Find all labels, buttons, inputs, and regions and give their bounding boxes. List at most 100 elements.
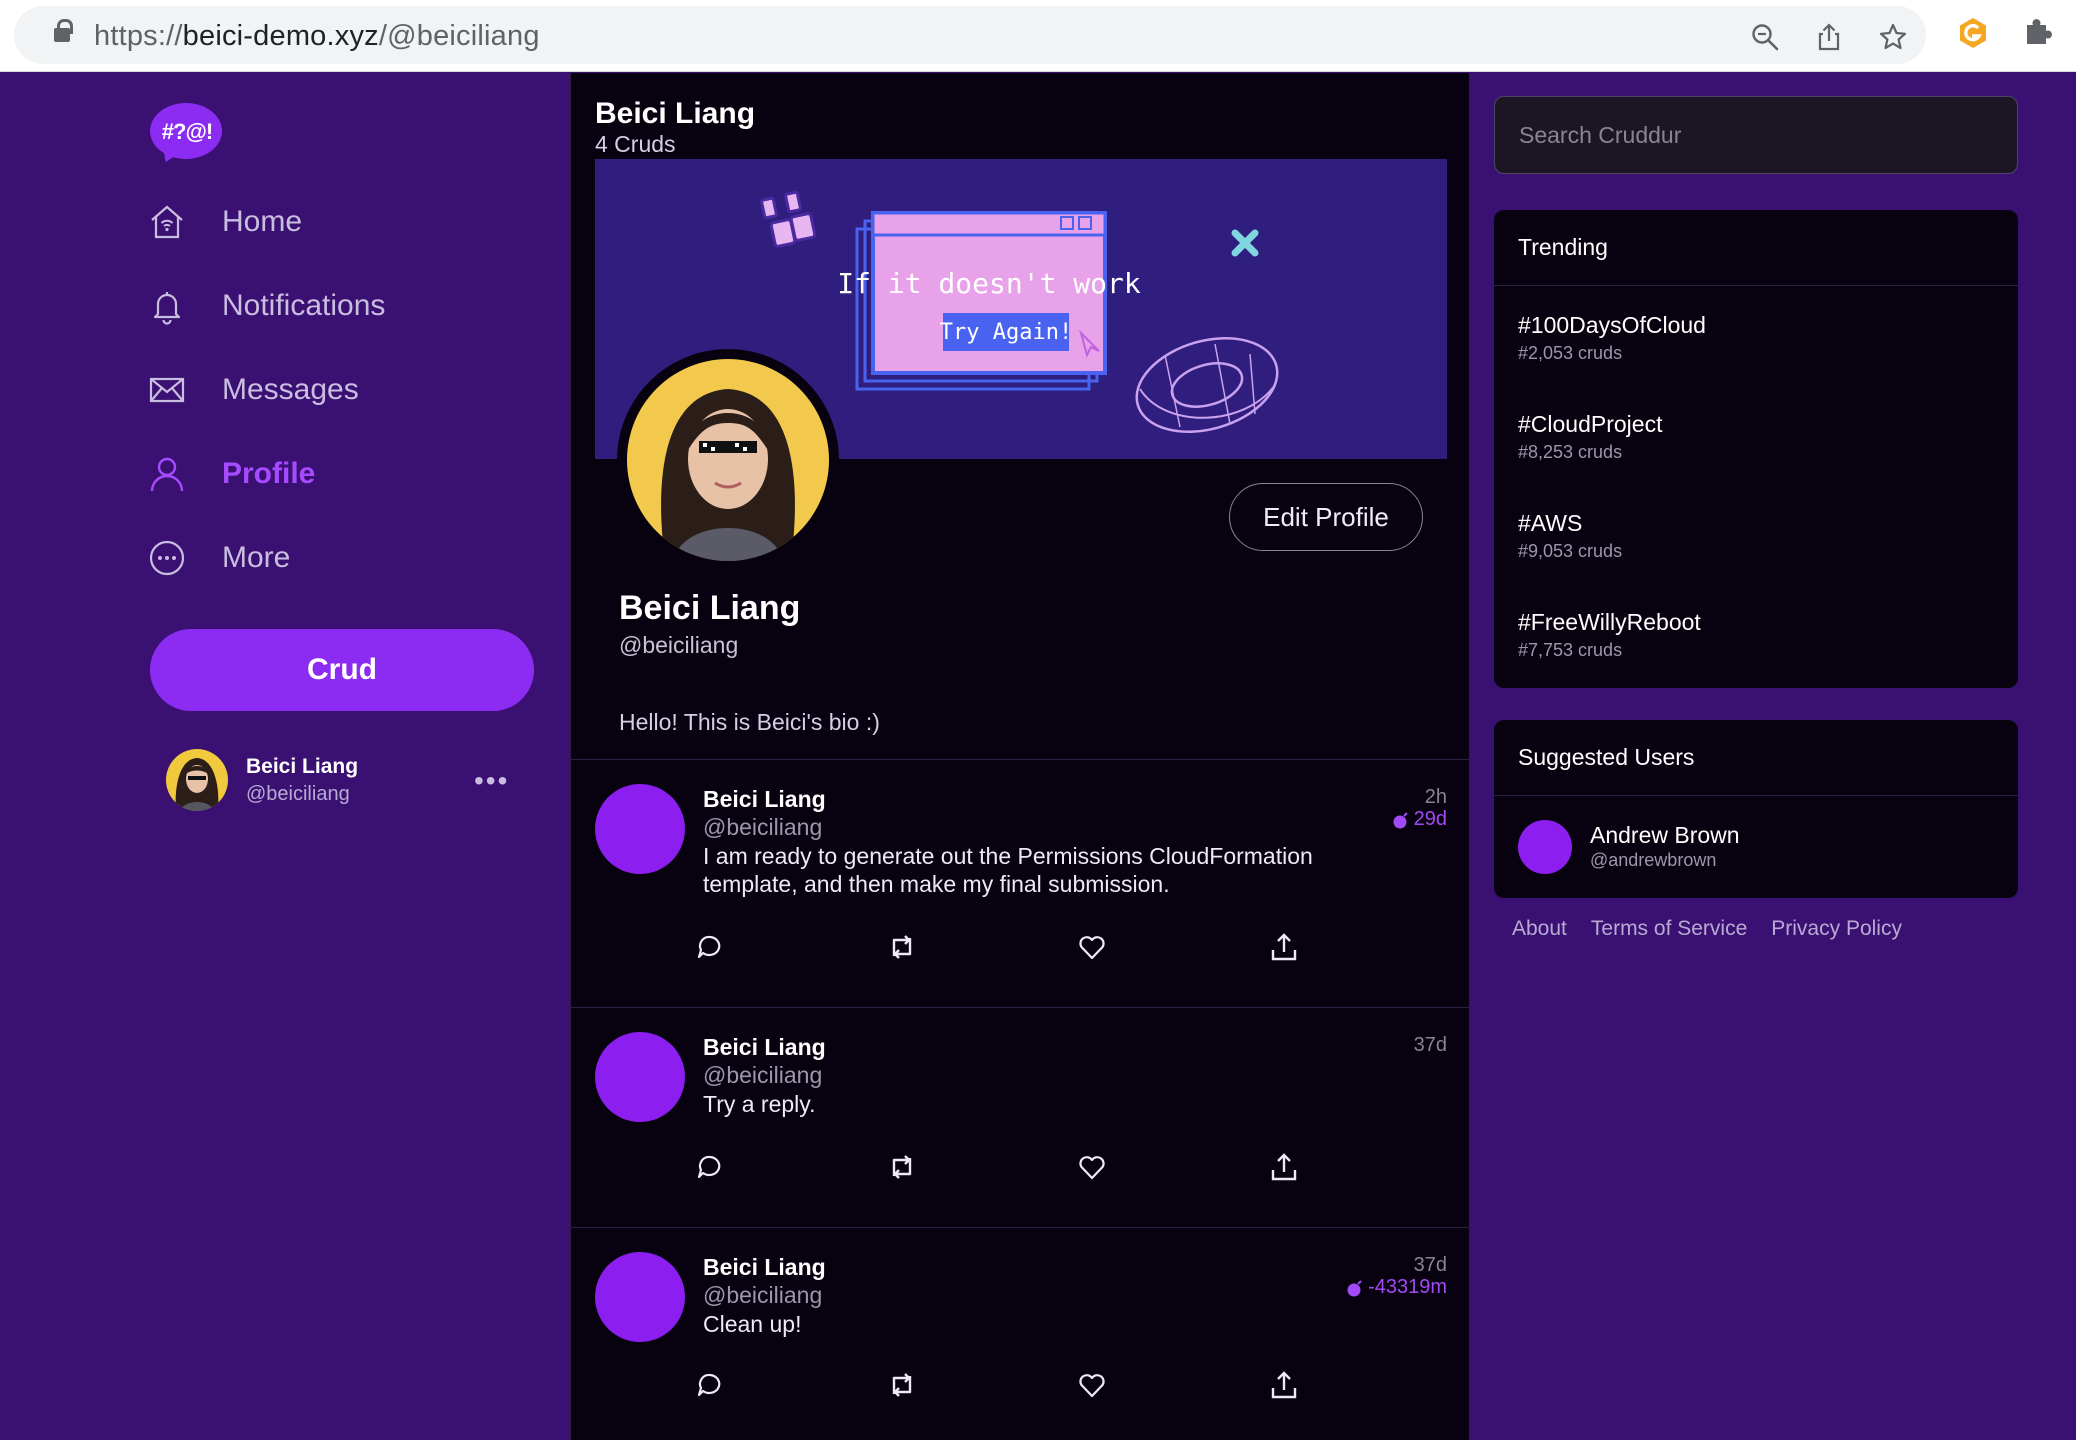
post-avatar[interactable]	[595, 1252, 685, 1342]
repost-icon[interactable]	[887, 932, 917, 962]
trend-count: #2,053 cruds	[1518, 343, 1623, 363]
home-icon	[151, 205, 183, 239]
about-link[interactable]: About	[1512, 917, 1567, 941]
post-text: I am ready to generate out the Permissio…	[703, 843, 1313, 897]
post-avatar[interactable]	[595, 1032, 685, 1122]
post-expiry: -43319m	[1346, 1276, 1447, 1299]
post-item[interactable]: Beici Liang @beiciliang 37d Try a reply.	[571, 1008, 1469, 1227]
post-author-handle[interactable]: @beiciliang	[703, 1282, 822, 1309]
share-icon[interactable]	[1269, 1152, 1299, 1182]
bomb-icon	[1393, 811, 1408, 828]
trend-item[interactable]: #FreeWillyReboot #7,753 cruds	[1494, 583, 2018, 682]
nav-item-notifications[interactable]: Notifications	[148, 281, 528, 331]
svg-text:Try Again!: Try Again!	[940, 320, 1072, 345]
repost-icon[interactable]	[887, 1152, 917, 1182]
post-expiry-value: -43319m	[1368, 1276, 1447, 1298]
share-icon[interactable]	[1269, 932, 1299, 962]
account-switcher[interactable]: Beici Liang @beiciliang •••	[166, 749, 536, 813]
trend-tag: #CloudProject	[1518, 411, 1663, 437]
post-author-name[interactable]: Beici Liang	[703, 786, 826, 813]
browser-toolbar: https://beici-demo.xyz/@beiciliang	[0, 0, 2076, 72]
reply-icon[interactable]	[695, 1370, 725, 1400]
nav-label-more: More	[222, 541, 291, 574]
like-icon[interactable]	[1077, 1370, 1107, 1400]
post-time: 37d	[1413, 1254, 1447, 1276]
post-expiry-value: 29d	[1413, 808, 1447, 830]
post-item[interactable]: Beici Liang @beiciliang 2h 29d I am read…	[571, 760, 1469, 1007]
profile-name: Beici Liang	[619, 589, 801, 627]
trend-item[interactable]: #100DaysOfCloud #2,053 cruds	[1494, 286, 2018, 385]
bomb-icon	[1347, 1279, 1362, 1296]
avatar	[1518, 820, 1572, 874]
trending-panel: Trending #100DaysOfCloud #2,053 cruds #C…	[1494, 210, 2018, 688]
trend-count: #9,053 cruds	[1518, 541, 1623, 561]
profile-handle: @beiciliang	[619, 632, 739, 658]
nav-item-more[interactable]: More	[148, 533, 528, 583]
post-item[interactable]: Beici Liang @beiciliang 37d -43319m Clea…	[571, 1228, 1469, 1440]
share-icon[interactable]	[1269, 1370, 1299, 1400]
nav-item-messages[interactable]: Messages	[148, 365, 528, 415]
terms-link[interactable]: Terms of Service	[1591, 917, 1747, 941]
address-bar[interactable]: https://beici-demo.xyz/@beiciliang	[14, 6, 1926, 64]
post-text: Clean up!	[703, 1311, 802, 1337]
post-author-handle[interactable]: @beiciliang	[703, 1062, 822, 1089]
post-author-handle[interactable]: @beiciliang	[703, 814, 822, 841]
post-author-name[interactable]: Beici Liang	[703, 1034, 826, 1061]
trend-tag: #AWS	[1518, 510, 1583, 536]
account-name: Beici Liang	[246, 755, 359, 778]
nav-label-home: Home	[222, 205, 303, 238]
profile-bio: Hello! This is Beici's bio :)	[619, 709, 880, 735]
like-icon[interactable]	[1077, 1152, 1107, 1182]
crud-count: 4 Cruds	[595, 131, 676, 157]
avatar	[166, 749, 228, 811]
account-more-button[interactable]: •••	[474, 765, 509, 797]
user-icon	[150, 457, 184, 492]
lock-icon[interactable]	[54, 19, 73, 42]
mail-icon	[149, 377, 185, 403]
star-icon[interactable]	[1878, 22, 1908, 52]
search-input[interactable]	[1494, 96, 2018, 174]
share-icon[interactable]	[1814, 22, 1844, 52]
post-time: 2h	[1424, 786, 1447, 808]
trend-item[interactable]: #CloudProject #8,253 cruds	[1494, 385, 2018, 484]
edit-profile-button[interactable]: Edit Profile	[1229, 483, 1423, 551]
post-text: Try a reply.	[703, 1091, 816, 1117]
like-icon[interactable]	[1077, 932, 1107, 962]
post-expiry: 29d	[1392, 808, 1447, 831]
bell-icon	[153, 292, 181, 325]
trend-item[interactable]: #AWS #9,053 cruds	[1494, 484, 2018, 583]
crud-button[interactable]: Crud	[150, 629, 534, 711]
trend-count: #7,753 cruds	[1518, 640, 1623, 660]
puzzle-icon[interactable]	[2022, 16, 2054, 48]
nav-label-notifications: Notifications	[222, 289, 386, 322]
footer-links: About Terms of Service Privacy Policy	[1512, 917, 1902, 941]
suggested-user-handle: @andrewbrown	[1590, 850, 1717, 870]
nav-item-profile[interactable]: Profile	[148, 449, 528, 499]
nav-label-messages: Messages	[222, 373, 359, 406]
post-avatar[interactable]	[595, 784, 685, 874]
reply-icon[interactable]	[695, 1152, 725, 1182]
post-author-name[interactable]: Beici Liang	[703, 1254, 826, 1281]
zoom-icon[interactable]	[1750, 22, 1780, 52]
nav-item-home[interactable]: Home	[148, 197, 528, 247]
page-title: Beici Liang	[595, 97, 756, 130]
reply-icon[interactable]	[695, 932, 725, 962]
suggested-user-name: Andrew Brown	[1590, 822, 1740, 848]
trend-count: #8,253 cruds	[1518, 442, 1623, 462]
right-sidebar: Trending #100DaysOfCloud #2,053 cruds #C…	[1470, 73, 2076, 1440]
url-text[interactable]: https://beici-demo.xyz/@beiciliang	[94, 20, 540, 53]
repost-icon[interactable]	[887, 1370, 917, 1400]
privacy-link[interactable]: Privacy Policy	[1771, 917, 1902, 941]
profile-avatar[interactable]	[617, 349, 839, 571]
trending-title: Trending	[1494, 210, 2018, 286]
more-circle-icon	[149, 540, 185, 576]
app-logo[interactable]: #?@!	[150, 103, 224, 167]
trend-tag: #FreeWillyReboot	[1518, 609, 1701, 635]
post-time: 37d	[1413, 1034, 1447, 1056]
nav-label-profile: Profile	[222, 457, 316, 490]
extension-g-icon[interactable]	[1956, 16, 1990, 50]
suggested-user-item[interactable]: Andrew Brown @andrewbrown	[1494, 796, 2018, 896]
profile-feed: Beici Liang 4 Cruds If it doesn't work T…	[570, 73, 1470, 1440]
suggested-users-panel: Suggested Users Andrew Brown @andrewbrow…	[1494, 720, 2018, 898]
left-sidebar: #?@! Home Notifications Messages Profile…	[0, 73, 570, 1440]
